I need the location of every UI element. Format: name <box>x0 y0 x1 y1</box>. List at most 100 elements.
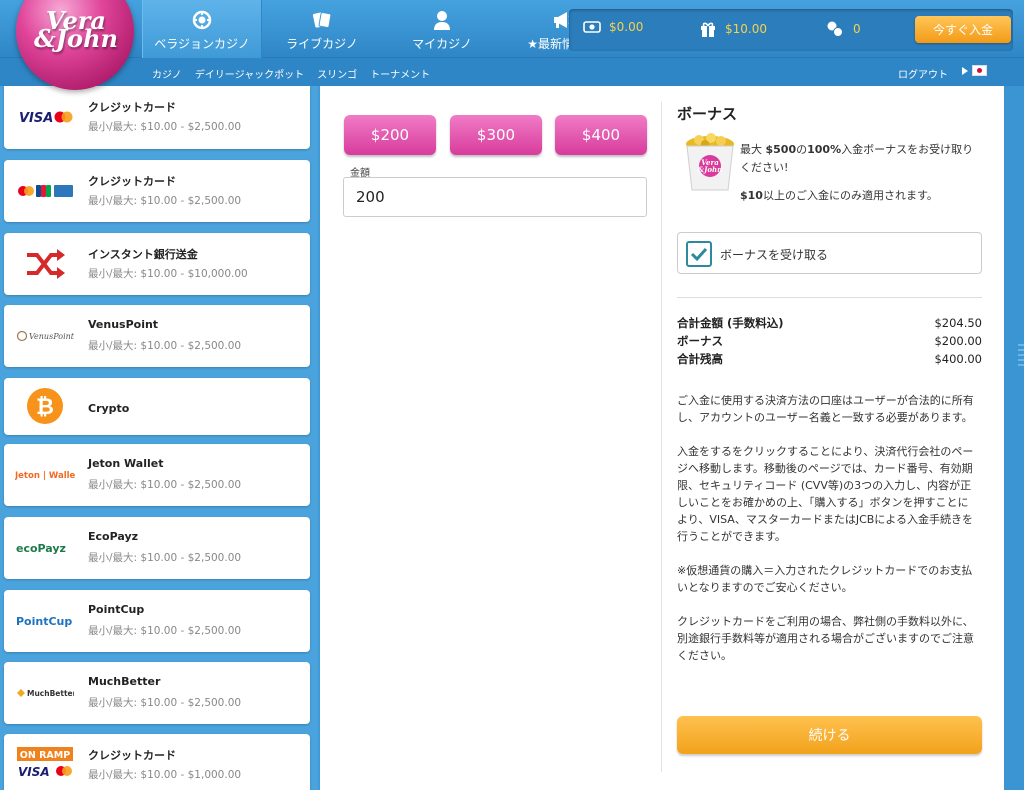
payment-method-onramp-credit-card[interactable]: ON RAMP VISA クレジットカード 最小/最大: $10.00 - $1,… <box>4 734 310 790</box>
bonus-bucket-icon: Vera &John <box>683 130 737 194</box>
total-row: ボーナス $200.00 <box>677 334 982 348</box>
subnav-daily-jackpot[interactable]: デイリージャックポット <box>195 66 304 81</box>
mastercard-jcb-amex-icon <box>12 172 78 210</box>
payment-method-jeton-wallet[interactable]: Jeton | Wallet Jeton Wallet 最小/最大: $10.0… <box>4 444 310 506</box>
column-divider <box>661 102 662 772</box>
method-limit: 最小/最大: $10.00 - $2,500.00 <box>88 625 242 637</box>
accept-bonus-checkbox[interactable]: ボーナスを受け取る <box>677 232 982 274</box>
payment-method-venuspoint[interactable]: VenusPoint VenusPoint 最小/最大: $10.00 - $2… <box>4 305 310 367</box>
ecopayz-logo-text: ecoPayz <box>16 542 66 555</box>
totals-divider <box>677 297 982 298</box>
logout-link[interactable]: ログアウト <box>898 66 948 81</box>
ecopayz-logo: ecoPayz <box>12 529 78 567</box>
amount-preset-300[interactable]: $300 <box>450 115 542 155</box>
shuffle-icon <box>12 245 78 283</box>
method-name: Jeton Wallet <box>88 457 164 470</box>
onramp-visa-logo: ON RAMP VISA <box>12 744 78 782</box>
total-row: 合計残高 $400.00 <box>677 352 982 366</box>
top-bar: ベラジョンカジノ ライブカジノ マイカジノ ★最新情報★ $0.00 $10.0… <box>0 0 1024 58</box>
method-limit: 最小/最大: $10.00 - $2,500.00 <box>88 340 242 352</box>
sub-nav: カジノ デイリージャックポット スリンゴ トーナメント ログアウト <box>0 58 1024 86</box>
total-row: 合計金額 (手数料込) $204.50 <box>677 316 982 330</box>
method-limit: 最小/最大: $10.00 - $2,500.00 <box>88 121 242 133</box>
deposit-info-text: ご入金に使用する決済方法の口座はユーザーが合法的に所有し、アカウントのユーザー名… <box>677 392 977 681</box>
venuspoint-logo: VenusPoint <box>12 317 78 355</box>
main-nav: ベラジョンカジノ ライブカジノ マイカジノ ★最新情報★ <box>142 0 622 58</box>
cash-balance: $0.00 <box>583 20 643 34</box>
pointcup-logo: PointCup <box>12 602 78 640</box>
method-name: MuchBetter <box>88 675 161 688</box>
user-icon <box>433 9 451 31</box>
venuspoint-logo-text: VenusPoint <box>29 332 74 341</box>
method-name: クレジットカード <box>88 175 176 188</box>
payment-method-instant-bank[interactable]: インスタント銀行送金 最小/最大: $10.00 - $10,000.00 <box>4 233 310 295</box>
cash-icon <box>583 20 601 34</box>
payment-method-list: VISA クレジットカード 最小/最大: $10.00 - $2,500.00 … <box>0 86 318 790</box>
spins-count: 0 <box>853 22 861 36</box>
method-limit: 最小/最大: $10.00 - $1,000.00 <box>88 769 242 781</box>
method-limit: 最小/最大: $10.00 - $2,500.00 <box>88 552 242 564</box>
amount-preset-200[interactable]: $200 <box>344 115 436 155</box>
svg-text:VISA: VISA <box>19 111 53 125</box>
visa-mastercard-icon: VISA <box>12 98 78 136</box>
payment-method-muchbetter[interactable]: MuchBetter MuchBetter 最小/最大: $10.00 - $2… <box>4 662 310 724</box>
continue-button[interactable]: 続ける <box>677 716 982 754</box>
free-spins: 0 <box>825 20 861 38</box>
svg-text:₿: ₿ <box>36 395 54 420</box>
info-paragraph: ご入金に使用する決済方法の口座はユーザーが合法的に所有し、アカウントのユーザー名… <box>677 394 974 424</box>
jeton-logo-text: Jeton | Wallet <box>15 471 75 481</box>
payment-method-crypto[interactable]: ₿ Crypto <box>4 378 310 435</box>
bonus-min-note: $10以上のご入金にのみ適用されます。 <box>740 189 938 202</box>
method-limit: 最小/最大: $10.00 - $2,500.00 <box>88 195 242 207</box>
tab-label: ライブカジノ <box>286 37 358 51</box>
payment-method-pointcup[interactable]: PointCup PointCup 最小/最大: $10.00 - $2,500… <box>4 590 310 652</box>
subnav-casino[interactable]: カジノ <box>152 66 182 81</box>
muchbetter-logo-text: MuchBetter <box>27 689 74 698</box>
deposit-now-button[interactable]: 今すぐ入金 <box>915 16 1011 43</box>
amount-input[interactable] <box>343 177 647 217</box>
accept-bonus-label: ボーナスを受け取る <box>720 248 829 262</box>
method-name: クレジットカード <box>88 749 176 762</box>
subnav-tournament[interactable]: トーナメント <box>370 66 430 81</box>
language-selector[interactable] <box>962 65 987 76</box>
info-paragraph: クレジットカードをご利用の場合、弊社側の手数料以外に、別途銀行手数料等が適用され… <box>677 615 974 662</box>
right-rail <box>1004 86 1024 790</box>
cash-amount: $0.00 <box>609 20 644 34</box>
bonus-offer-text: 最大 $500の100%入金ボーナスをお受け取りください! <box>740 143 974 174</box>
payment-method-ecopayz[interactable]: ecoPayz EcoPayz 最小/最大: $10.00 - $2,500.0… <box>4 517 310 579</box>
tab-label: マイカジノ <box>412 37 472 51</box>
cards-icon <box>311 9 333 31</box>
tab-vera-john-casino[interactable]: ベラジョンカジノ <box>142 0 262 58</box>
amount-preset-400[interactable]: $400 <box>555 115 647 155</box>
method-limit: 最小/最大: $10.00 - $2,500.00 <box>88 479 242 491</box>
coins-icon <box>825 20 845 38</box>
subnav-slingo[interactable]: スリンゴ <box>317 66 357 81</box>
tab-my-casino[interactable]: マイカジノ <box>382 0 502 58</box>
bonus-amount: $10.00 <box>725 22 767 36</box>
payment-method-credit-card-visa[interactable]: VISA クレジットカード 最小/最大: $10.00 - $2,500.00 <box>4 86 310 149</box>
method-name: EcoPayz <box>88 530 139 543</box>
method-name: インスタント銀行送金 <box>88 248 198 261</box>
method-limit: 最小/最大: $10.00 - $10,000.00 <box>88 268 248 280</box>
method-name: VenusPoint <box>88 318 159 331</box>
bonus-balance: $10.00 <box>699 20 767 38</box>
checkmark-icon[interactable] <box>686 241 712 267</box>
method-name: Crypto <box>88 402 130 415</box>
gift-icon <box>699 20 717 38</box>
logo-text: Vera &John <box>34 6 118 53</box>
jeton-wallet-logo: Jeton | Wallet <box>12 456 78 494</box>
pointcup-logo-text: PointCup <box>16 615 72 628</box>
info-paragraph: 入金をするをクリックすることにより、決済代行会社のページへ移動します。移動後のペ… <box>677 445 974 543</box>
totals-summary: 合計金額 (手数料込) $204.50 ボーナス $200.00 合計残高 $400.… <box>677 314 982 368</box>
tab-live-casino[interactable]: ライブカジノ <box>262 0 382 58</box>
payment-method-credit-card-jcb[interactable]: クレジットカード 最小/最大: $10.00 - $2,500.00 <box>4 160 310 222</box>
tab-label: ベラジョンカジノ <box>154 37 250 51</box>
method-name: PointCup <box>88 603 145 616</box>
info-paragraph: ※仮想通貨の購入＝入力されたクレジットカードでのお支払いとなりますのでご安心くだ… <box>677 564 973 594</box>
method-name: クレジットカード <box>88 101 176 114</box>
svg-text:&John: &John <box>698 165 722 174</box>
muchbetter-logo: MuchBetter <box>12 674 78 712</box>
bitcoin-icon: ₿ <box>12 387 78 425</box>
onramp-logo-text: ON RAMP <box>20 750 70 761</box>
play-triangle-icon <box>962 66 968 75</box>
